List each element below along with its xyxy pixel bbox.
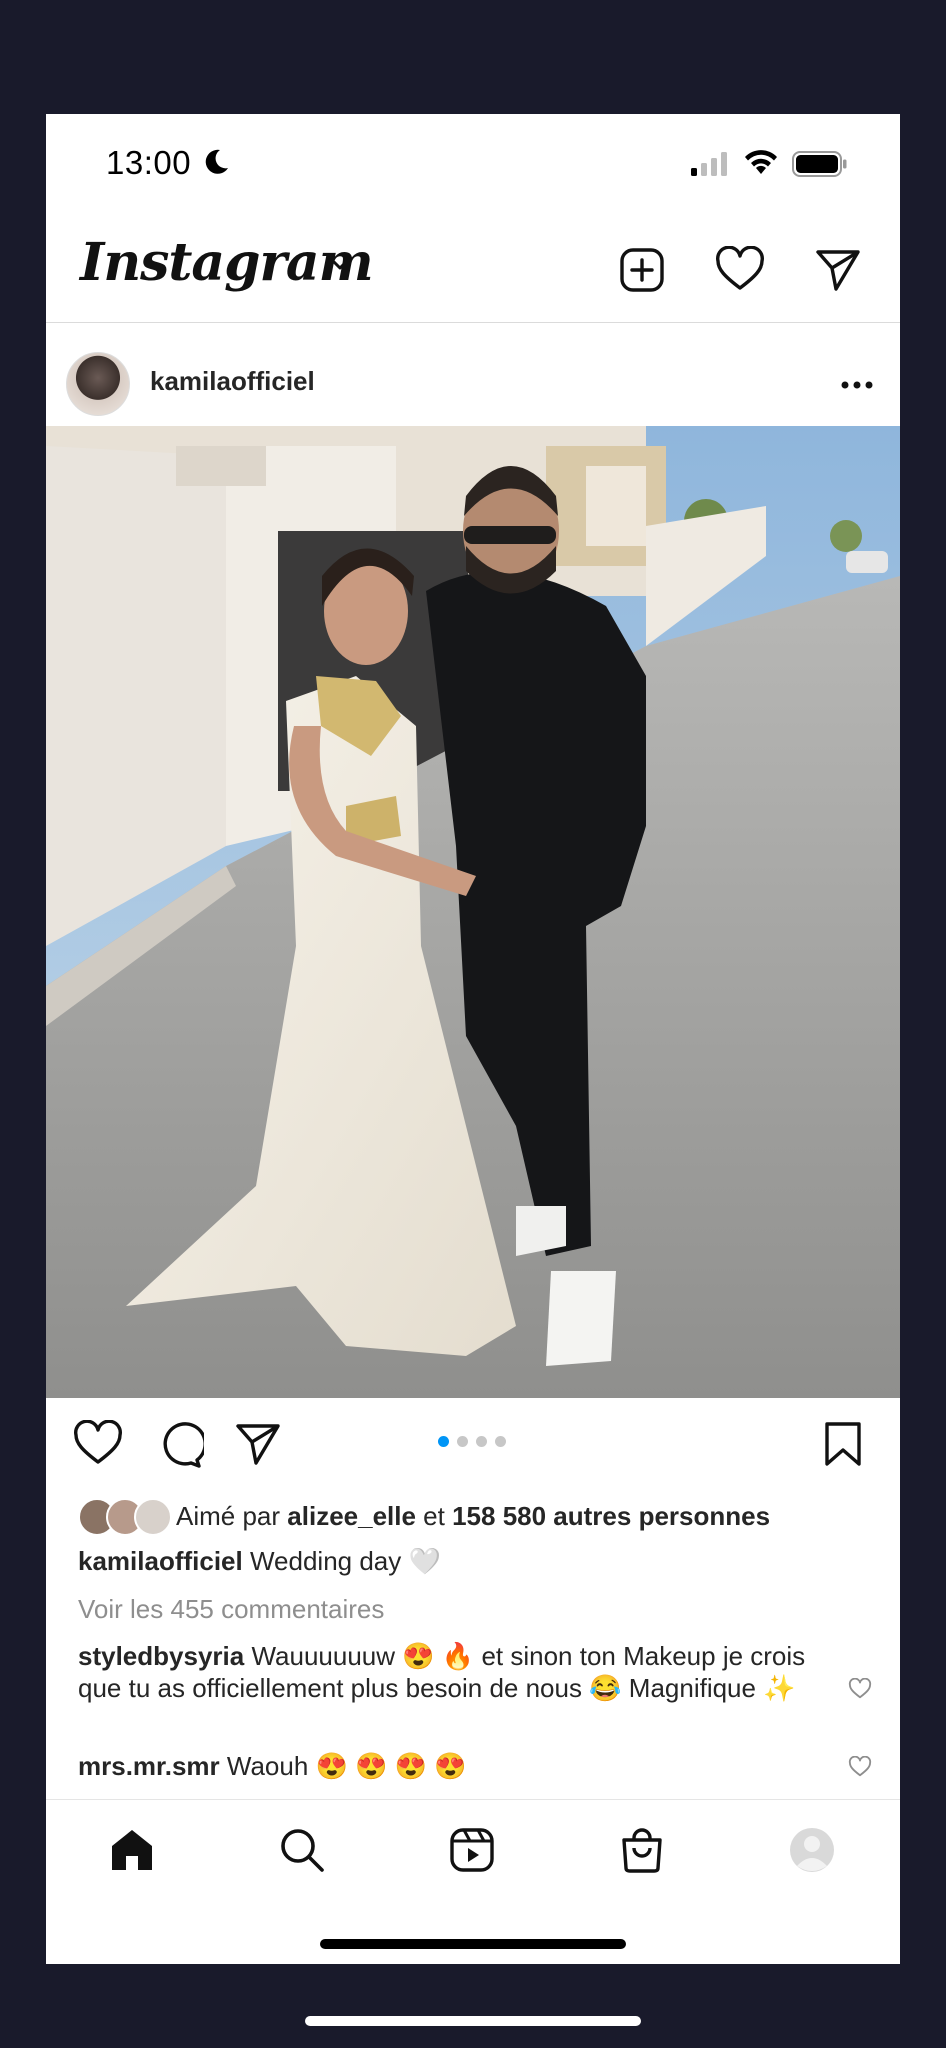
direct-icon[interactable] — [814, 246, 862, 294]
carousel-indicator — [438, 1436, 506, 1447]
home-indicator — [320, 1939, 626, 1949]
carousel-dot — [438, 1436, 449, 1447]
status-bar: 13:00 — [46, 114, 900, 214]
like-icon[interactable] — [72, 1420, 124, 1468]
likes-prefix: Aimé par — [176, 1500, 281, 1531]
home-icon[interactable] — [108, 1826, 156, 1874]
liker-avatars — [78, 1498, 172, 1536]
comment-text: Waouh 😍 😍 😍 😍 — [226, 1751, 467, 1781]
avatar[interactable] — [66, 352, 130, 416]
phone-screen: 13:00 Instagram kamilaofficiel Aimé par … — [46, 114, 900, 1964]
carousel-dot — [476, 1436, 487, 1447]
new-post-icon[interactable] — [618, 246, 666, 294]
search-icon[interactable] — [278, 1826, 326, 1874]
post-photo[interactable] — [46, 426, 900, 1398]
post-username[interactable]: kamilaofficiel — [150, 366, 315, 397]
do-not-disturb-icon — [205, 149, 228, 174]
caption-username[interactable]: kamilaofficiel — [78, 1546, 243, 1576]
comment-icon[interactable] — [154, 1420, 204, 1470]
chevron-down-icon[interactable] — [328, 256, 352, 272]
comment-like-icon[interactable] — [848, 1756, 872, 1778]
wedding-photo — [46, 426, 900, 1398]
save-bookmark-icon[interactable] — [822, 1420, 864, 1468]
home-indicator — [305, 2016, 641, 2026]
reels-icon[interactable] — [448, 1826, 496, 1874]
post-header: kamilaofficiel — [46, 322, 900, 440]
others-liked[interactable]: 158 580 autres personnes — [452, 1501, 770, 1532]
wifi-icon — [745, 150, 777, 174]
carousel-dot — [495, 1436, 506, 1447]
profile-icon[interactable] — [788, 1826, 836, 1874]
comment-like-icon[interactable] — [848, 1678, 872, 1700]
likes-line[interactable]: Aimé par alizee_elle et 158 580 autres p… — [78, 1496, 770, 1536]
carousel-dot — [457, 1436, 468, 1447]
share-icon[interactable] — [234, 1420, 282, 1468]
avatar — [134, 1498, 172, 1536]
comment-item: styledbysyria Wauuuuuuw 😍 🔥 et sinon ton… — [78, 1640, 848, 1704]
likes-joiner: et — [423, 1500, 445, 1531]
cellular-signal-icon — [691, 152, 727, 176]
comment-username[interactable]: mrs.mr.smr — [78, 1751, 220, 1781]
bottom-tab-bar — [46, 1799, 900, 1900]
post-caption: kamilaofficiel Wedding day 🤍 — [78, 1546, 441, 1577]
first-liker[interactable]: alizee_elle — [287, 1501, 416, 1532]
shop-icon[interactable] — [618, 1826, 666, 1874]
view-comments-link[interactable]: Voir les 455 commentaires — [78, 1594, 384, 1625]
post-actions — [46, 1398, 900, 1494]
comment-item: mrs.mr.smr Waouh 😍 😍 😍 😍 — [78, 1750, 848, 1782]
heart-icon[interactable] — [714, 246, 766, 294]
caption-text: Wedding day 🤍 — [249, 1546, 441, 1576]
comment-username[interactable]: styledbysyria — [78, 1641, 244, 1671]
status-time: 13:00 — [106, 144, 192, 181]
app-header: Instagram — [46, 214, 900, 323]
more-options-icon[interactable] — [840, 380, 874, 390]
battery-icon — [792, 151, 847, 177]
